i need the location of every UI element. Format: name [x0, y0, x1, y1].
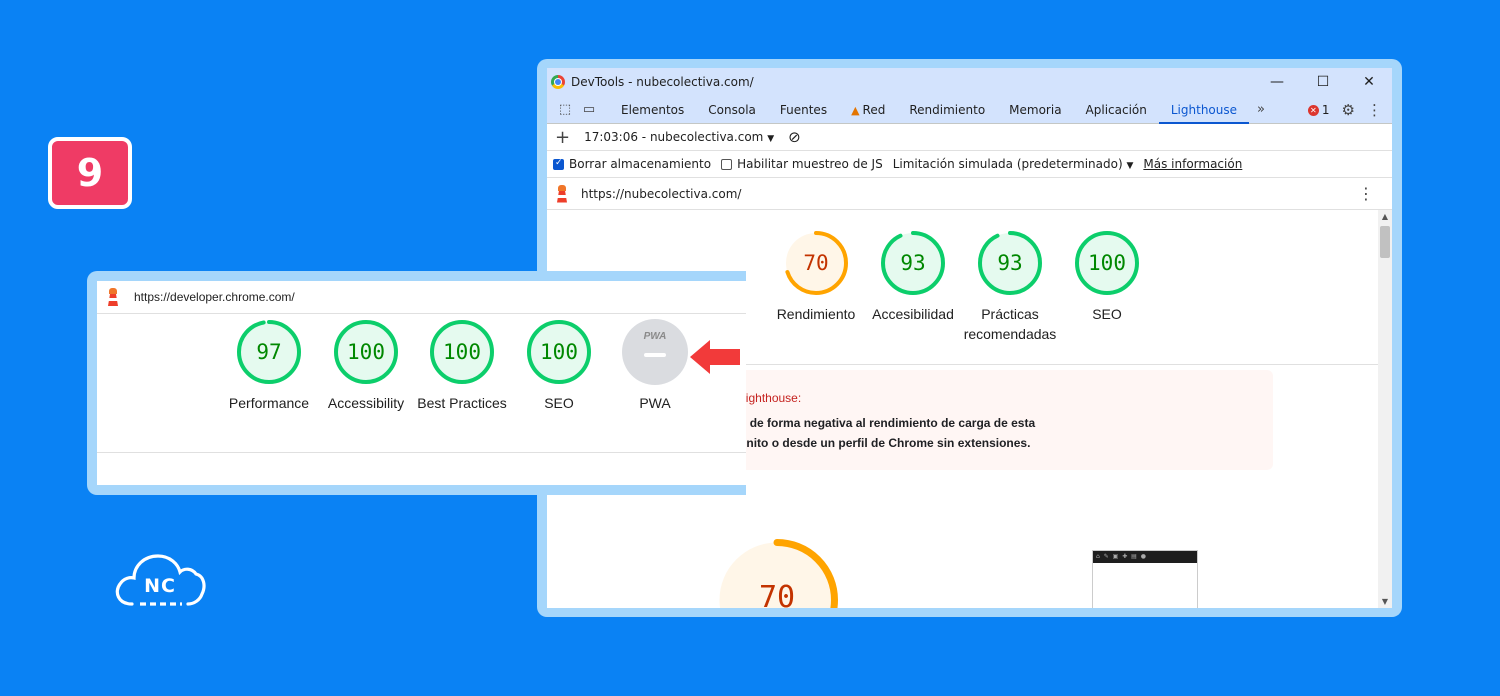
panel-tabs: ⬚ ▭ Elementos Consola Fuentes ▲ Red Rendi… [547, 96, 1392, 124]
pwa-icon: PWA [622, 319, 688, 385]
tab-red[interactable]: ▲ Red [839, 96, 897, 124]
score-gauge[interactable]: 100 Accessibility [328, 319, 404, 411]
scroll-up-icon[interactable]: ▲ [1378, 212, 1392, 221]
tab-elementos[interactable]: Elementos [609, 96, 696, 124]
window-controls: — ☐ ✕ [1254, 74, 1392, 90]
pwa-badge-text: PWA [643, 331, 667, 342]
more-tabs-icon[interactable]: » [1249, 102, 1273, 117]
tab-red-label: Red [862, 102, 886, 117]
scrollbar-thumb[interactable] [1380, 226, 1390, 258]
gauge-circle: 100 [526, 319, 592, 385]
gauge-circle: 100 [1074, 230, 1140, 296]
clear-icon[interactable]: ⊘ [788, 128, 801, 146]
score-gauge[interactable]: 100 Best Practices [417, 319, 507, 411]
score-gauge[interactable]: 100 SEO [1074, 230, 1140, 322]
gauge-circle: 97 [236, 319, 302, 385]
score-label: PWA [639, 395, 671, 411]
performance-gauge-large: 70 [715, 538, 839, 608]
checkbox-unchecked[interactable] [721, 158, 733, 170]
window-title: DevTools - nubecolectiva.com/ [571, 75, 754, 89]
score-value: 97 [256, 340, 282, 364]
cloud-logo: NC [112, 548, 208, 610]
lighthouse-icon [555, 184, 569, 203]
score-gauge[interactable]: 70 Rendimiento [777, 230, 855, 322]
divider [97, 452, 746, 453]
score-value: 100 [347, 340, 385, 364]
gauge-circle: 70 [783, 230, 849, 296]
plus-icon[interactable]: + [555, 127, 570, 148]
report-url-bar: https://nubecolectiva.com/ ⋮ [547, 178, 1392, 210]
arrow-left-icon [690, 340, 740, 374]
gauge-circle: 93 [880, 230, 946, 296]
minimize-button[interactable]: — [1254, 74, 1300, 90]
tab-memoria[interactable]: Memoria [997, 96, 1073, 124]
gauge-circle: 100 [429, 319, 495, 385]
options-bar: Borrar almacenamiento Habilitar muestreo… [547, 151, 1392, 178]
tab-lighthouse[interactable]: Lighthouse [1158, 96, 1250, 124]
pwa-dash [644, 353, 666, 357]
kebab-icon[interactable]: ⋮ [1367, 101, 1382, 119]
tab-aplicacion[interactable]: Aplicación [1074, 96, 1159, 124]
pwa-badge[interactable]: PWA PWA [622, 319, 688, 411]
page-screenshot-thumbnail: ⌂ ✎ ▣ ✚ ▤ ● [1092, 550, 1198, 608]
score-value: 93 [997, 251, 1023, 275]
score-value: 70 [803, 251, 829, 275]
title-bar: DevTools - nubecolectiva.com/ — ☐ ✕ [547, 68, 1392, 96]
chrome-icon [551, 75, 565, 89]
score-value: 100 [1088, 251, 1126, 275]
step-number: 9 [76, 151, 104, 195]
caret-down-icon: ▼ [767, 134, 775, 144]
report-selector-value: 17:03:06 - nubecolectiva.com [584, 130, 764, 144]
gauge-circle: 93 [977, 230, 1043, 296]
report-menu-icon[interactable]: ⋮ [1358, 184, 1374, 203]
score-gauge[interactable]: 97 Performance [229, 319, 309, 411]
clear-storage-label: Borrar almacenamiento [569, 157, 712, 171]
js-sampling-checkbox[interactable]: Habilitar muestreo de JS [721, 157, 883, 171]
clear-storage-checkbox[interactable]: Borrar almacenamiento [553, 157, 711, 171]
close-button[interactable]: ✕ [1346, 74, 1392, 90]
report-url: https://nubecolectiva.com/ [581, 186, 742, 201]
throttling-select[interactable]: Limitación simulada (predeterminado) ▼ [893, 157, 1134, 171]
score-value: 93 [900, 251, 926, 275]
tab-fuentes[interactable]: Fuentes [768, 96, 839, 124]
scroll-down-icon[interactable]: ▼ [1378, 597, 1392, 606]
score-label: SEO [1092, 306, 1122, 322]
report-selector[interactable]: 17:03:06 - nubecolectiva.com ▼ [584, 130, 774, 144]
caret-down-icon: ▼ [1126, 161, 1134, 171]
step-badge: 9 [48, 137, 132, 209]
score-gauge[interactable]: 93 Prácticas recomendadas [964, 230, 1056, 342]
error-counter[interactable]: ✕ 1 [1307, 102, 1330, 117]
checkbox-checked[interactable] [553, 158, 564, 170]
overlay-panel: https://developer.chrome.com/ 97 Perform… [97, 281, 746, 485]
lighthouse-toolbar: + 17:03:06 - nubecolectiva.com ▼ ⊘ [547, 124, 1392, 151]
tab-rendimiento[interactable]: Rendimiento [897, 96, 997, 124]
error-icon: ✕ [1307, 104, 1319, 116]
score-value: 70 [758, 580, 796, 608]
throttling-value: Limitación simulada (predeterminado) [892, 157, 1123, 171]
warning-icon: ▲ [851, 103, 860, 117]
inspect-icon[interactable]: ⬚ [553, 102, 577, 117]
logo-text: NC [144, 575, 176, 597]
maximize-button[interactable]: ☐ [1300, 74, 1346, 90]
overlay-url-bar: https://developer.chrome.com/ [97, 281, 746, 314]
device-toggle-icon[interactable]: ▭ [577, 102, 601, 117]
score-value: 100 [540, 340, 578, 364]
error-count: 1 [1321, 102, 1330, 117]
settings-icon[interactable]: ⚙ [1342, 101, 1355, 119]
thumbnail-toolbar: ⌂ ✎ ▣ ✚ ▤ ● [1093, 551, 1197, 563]
lighthouse-icon [106, 288, 120, 306]
more-info-link[interactable]: Más información [1143, 157, 1242, 171]
gauge-circle: 100 [333, 319, 399, 385]
scrollbar[interactable]: ▲ ▼ [1378, 210, 1392, 608]
overlay-url: https://developer.chrome.com/ [134, 290, 295, 304]
tab-consola[interactable]: Consola [696, 96, 768, 124]
score-gauge[interactable]: 100 SEO [526, 319, 592, 411]
score-gauge[interactable]: 93 Accesibilidad [872, 230, 954, 322]
score-value: 100 [443, 340, 481, 364]
js-sampling-label: Habilitar muestreo de JS [737, 157, 883, 171]
